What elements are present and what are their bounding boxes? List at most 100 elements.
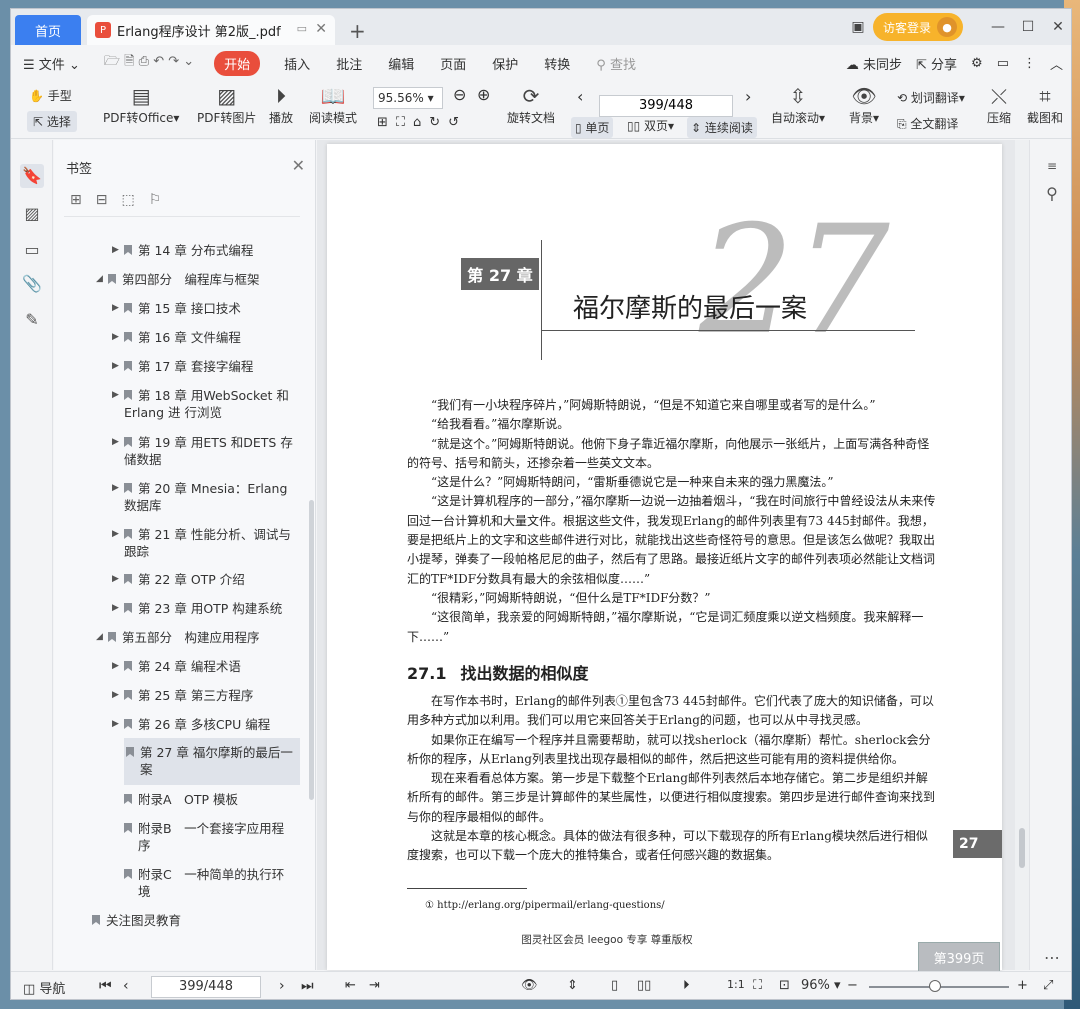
continuous-icon[interactable]: ⇕ xyxy=(567,978,578,993)
visitor-login-button[interactable]: 访客登录 ● xyxy=(872,13,963,41)
scrollbar-thumb[interactable] xyxy=(1019,828,1025,868)
bookmark-item[interactable]: ▶ 第 17 章 套接字编程 xyxy=(112,358,253,375)
bookmark-item[interactable]: 附录A OTP 模板 xyxy=(124,791,238,808)
file-menu[interactable]: ☰ 文件 ⌄ xyxy=(23,54,80,73)
next-page-icon[interactable]: › xyxy=(279,978,285,994)
status-page-input[interactable]: 399/448 xyxy=(151,976,261,998)
select-tool[interactable]: ⇱ 选择 xyxy=(27,111,77,132)
pin-icon[interactable]: ▭ xyxy=(297,22,307,35)
comment-icon[interactable]: ▭ xyxy=(997,56,1009,71)
double-page-button[interactable]: ▯▯ 双页▾ xyxy=(627,117,674,134)
comment-panel-icon[interactable]: ▭ xyxy=(20,238,44,262)
menu-edit[interactable]: 编辑 xyxy=(388,54,414,73)
pdf-to-image-button[interactable]: ▨ PDF转图片 xyxy=(197,83,256,126)
collapse-arrow-icon[interactable]: ◢ xyxy=(96,629,103,646)
zoom-in-icon[interactable]: ⊕ xyxy=(477,85,490,104)
actual-size-icon[interactable]: 1:1 xyxy=(727,978,745,991)
fit-width-icon[interactable]: ⊡ xyxy=(779,978,790,993)
expand-arrow-icon[interactable]: ▶ xyxy=(112,480,119,497)
add-bookmark-icon[interactable]: ⊞ xyxy=(70,192,82,208)
add-sub-bookmark-icon[interactable]: ⊟ xyxy=(96,192,108,208)
maximize-button[interactable]: ☐ xyxy=(1013,19,1043,35)
bookmark-item[interactable]: ▶ 第 18 章 用WebSocket 和 Erlang 进 行浏览 xyxy=(112,387,289,421)
expand-arrow-icon[interactable]: ▶ xyxy=(112,658,119,675)
last-page-icon[interactable]: ⏭ xyxy=(301,978,314,994)
bookmark-item[interactable]: ▶ 第 16 章 文件编程 xyxy=(112,329,241,346)
menu-convert[interactable]: 转换 xyxy=(544,54,570,73)
next-page-icon[interactable]: › xyxy=(745,87,751,106)
bookmark-item[interactable]: ▶ 第 25 章 第三方程序 xyxy=(112,687,253,704)
document-scrollbar[interactable] xyxy=(1015,140,1029,970)
expand-arrow-icon[interactable]: ▶ xyxy=(112,600,119,617)
prev-page-icon[interactable]: ‹ xyxy=(577,87,583,106)
bookmark-item[interactable]: ▶ 第 15 章 接口技术 xyxy=(112,300,241,317)
first-page-icon[interactable]: ⏮ xyxy=(99,978,112,994)
attachment-icon[interactable]: 📎 xyxy=(20,272,44,296)
full-translate-button[interactable]: ⎘ 全文翻译 xyxy=(897,115,958,132)
expand-arrow-icon[interactable]: ▶ xyxy=(112,300,119,317)
play-button[interactable]: ⏵ 播放 xyxy=(269,83,293,126)
zoom-out-icon[interactable]: − xyxy=(847,978,858,993)
menu-page[interactable]: 页面 xyxy=(440,54,466,73)
status-zoom[interactable]: 96% ▾ xyxy=(801,978,841,993)
expand-arrow-icon[interactable]: ▶ xyxy=(112,434,119,451)
search-icon[interactable]: ⚲ xyxy=(1040,182,1064,206)
eye-icon[interactable]: 👁 xyxy=(521,978,538,993)
close-icon[interactable]: ✕ xyxy=(292,156,305,175)
single-page-icon[interactable]: ▯ xyxy=(611,978,618,993)
zoom-slider-handle[interactable] xyxy=(929,980,941,992)
zoom-in-icon[interactable]: + xyxy=(1017,978,1028,993)
bookmark-item[interactable]: 附录C 一种简单的执行环境 xyxy=(124,866,284,900)
signature-icon[interactable]: ✎ xyxy=(20,308,44,332)
bookmark-flag-icon[interactable]: ⚐ xyxy=(149,192,162,208)
expand-bookmark-icon[interactable]: ⬚ xyxy=(121,192,134,208)
prev-page-icon[interactable]: ‹ xyxy=(123,978,129,994)
menu-start[interactable]: 开始 xyxy=(214,50,261,76)
menu-insert[interactable]: 插入 xyxy=(284,54,310,73)
bookmark-item[interactable]: ▶ 第 20 章 Mnesia：Erlang 数据库 xyxy=(112,480,287,514)
expand-arrow-icon[interactable]: ▶ xyxy=(112,329,119,346)
compress-button[interactable]: ⤬ 压缩 xyxy=(987,83,1011,126)
read-mode-button[interactable]: 📖 阅读模式 xyxy=(309,83,357,126)
expand-arrow-icon[interactable]: ▶ xyxy=(112,387,119,404)
expand-arrow-icon[interactable]: ▶ xyxy=(112,716,119,733)
bookmark-item[interactable]: ▶ 第 26 章 多核CPU 编程 xyxy=(112,716,270,733)
pdf-to-office-button[interactable]: ▤ PDF转Office▾ xyxy=(103,83,179,126)
page-input[interactable]: 399/448 xyxy=(599,95,733,117)
enter-icon[interactable]: ⇥ xyxy=(369,978,380,993)
more-icon[interactable]: ⋯ xyxy=(1040,946,1064,970)
background-button[interactable]: 👁 背景▾ xyxy=(849,83,879,126)
bookmark-icon[interactable]: 🔖 xyxy=(20,164,44,188)
menu-protect[interactable]: 保护 xyxy=(492,54,518,73)
double-page-icon[interactable]: ▯▯ xyxy=(637,978,651,993)
play-icon[interactable]: ⏵ xyxy=(683,978,690,993)
bookmark-item[interactable]: 关注图灵教育 xyxy=(92,912,181,929)
expand-arrow-icon[interactable]: ▶ xyxy=(112,358,119,375)
quick-tools[interactable]: 🗁 🗎 ⎙ ↶ ↷ ⌄ xyxy=(104,52,194,74)
bookmark-item[interactable]: ▶ 第 14 章 分布式编程 xyxy=(112,242,253,259)
close-window-button[interactable]: ✕ xyxy=(1043,19,1071,35)
bookmark-item[interactable]: 附录B 一个套接字应用程序 xyxy=(124,820,284,854)
minimize-button[interactable]: — xyxy=(983,19,1013,35)
expand-arrow-icon[interactable]: ▶ xyxy=(112,242,119,259)
settings-icon[interactable]: ⚙ xyxy=(971,56,983,71)
sync-status[interactable]: ☁ 未同步 xyxy=(846,54,902,73)
menu-annotate[interactable]: 批注 xyxy=(336,54,362,73)
window-layout-icon[interactable]: ▣ xyxy=(843,19,873,35)
fit-page-icon[interactable]: ⛶ xyxy=(753,978,762,993)
screenshot-button[interactable]: ⌗ 截图和 xyxy=(1027,83,1063,126)
auto-scroll-button[interactable]: ⇳ 自动滚动▾ xyxy=(771,83,825,126)
view-tools[interactable]: ⊞⛶⌂↻↺ xyxy=(377,115,467,130)
bookmark-item[interactable]: ▶ 第 19 章 用ETS 和DETS 存储数据 xyxy=(112,434,293,468)
bookmark-item[interactable]: ◢ 第五部分 构建应用程序 xyxy=(96,629,260,646)
continuous-read-button[interactable]: ⇕ 连续阅读 xyxy=(687,117,757,138)
expand-arrow-icon[interactable]: ▶ xyxy=(112,571,119,588)
close-tab-icon[interactable]: ✕ xyxy=(315,21,327,37)
tab-document[interactable]: P Erlang程序设计 第2版_.pdf ▭ ✕ xyxy=(87,15,335,45)
more-icon[interactable]: ⋮ xyxy=(1023,56,1036,71)
expand-arrow-icon[interactable]: ▶ xyxy=(112,687,119,704)
rotate-document-button[interactable]: ⟳ 旋转文档 xyxy=(507,83,555,126)
collapse-icon[interactable]: ︿ xyxy=(1050,54,1063,73)
share-button[interactable]: ⇱ 分享 xyxy=(916,54,957,73)
bookmark-item[interactable]: ▶ 第 22 章 OTP 介绍 xyxy=(112,571,245,588)
